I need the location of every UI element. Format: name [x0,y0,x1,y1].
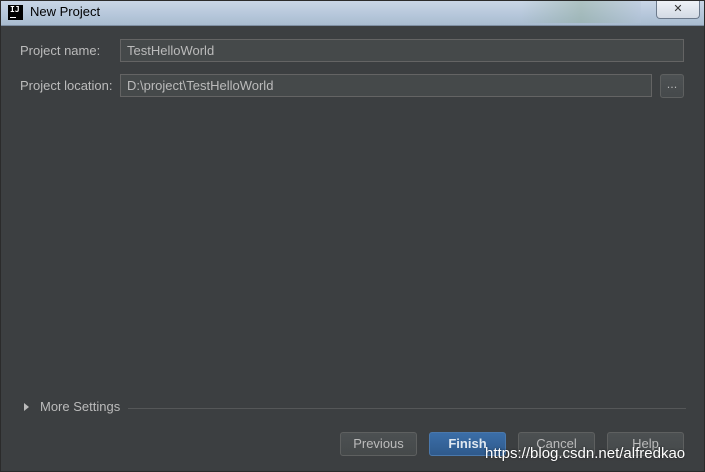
close-icon: ✕ [673,2,683,15]
watermark-text: https://blog.csdn.net/alfredkao [485,445,686,462]
new-project-dialog: IJ New Project ✕ Project name: TestHello… [0,0,705,472]
project-name-input[interactable]: TestHelloWorld [120,39,684,62]
window-title: New Project [30,4,101,19]
intellij-icon: IJ [8,5,23,20]
more-settings-divider [128,408,686,409]
more-settings-label: More Settings [40,399,121,414]
project-location-label: Project location: [20,78,113,93]
app-icon-text: IJ [10,5,20,14]
project-name-label: Project name: [20,43,101,58]
app-icon-underline [10,17,16,18]
close-button[interactable]: ✕ [656,1,700,19]
project-location-input[interactable]: D:\project\TestHelloWorld [120,74,652,97]
browse-button[interactable]: ... [660,74,684,98]
title-bar[interactable]: IJ New Project ✕ [1,1,704,26]
previous-button[interactable]: Previous [340,432,417,456]
background-window-blur [521,1,641,23]
expand-triangle-icon [24,403,29,411]
